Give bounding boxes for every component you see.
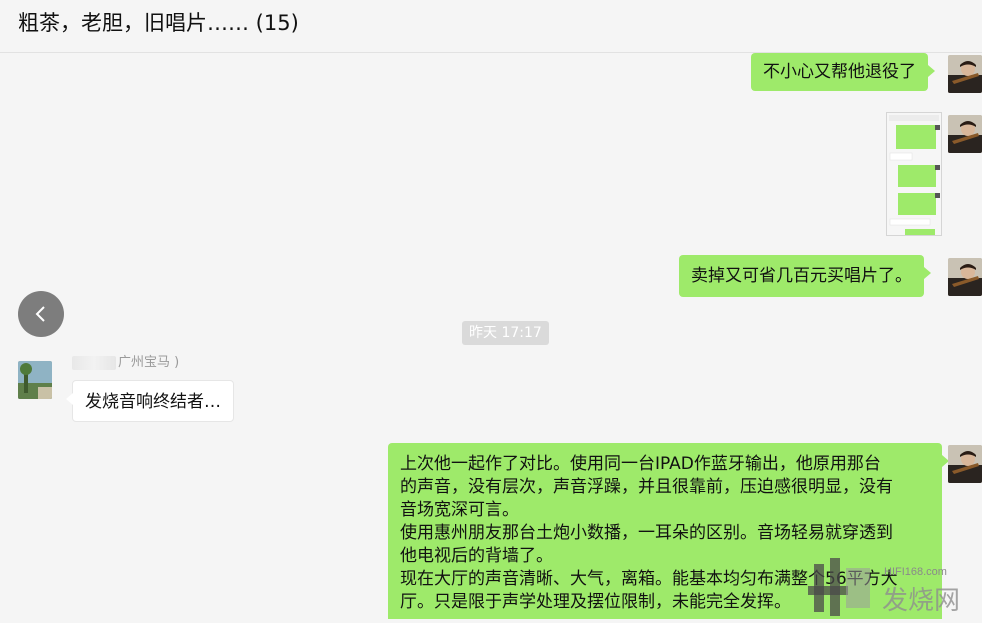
self-avatar[interactable] xyxy=(948,258,982,296)
self-avatar[interactable] xyxy=(948,445,982,483)
incoming-message[interactable]: 发烧音响终结者… xyxy=(66,380,234,422)
message-line: 现在大厅的声音清晰、大气，离箱。能基本均匀布满整个56平方大 xyxy=(400,569,898,589)
chat-title-bar: 粗茶，老胆，旧唱片…… (15) xyxy=(0,0,982,53)
self-avatar[interactable] xyxy=(948,55,982,93)
message-line: 厅。只是限于声学处理及摆位限制，未能完全发挥。 xyxy=(400,592,791,612)
outgoing-message[interactable]: 不小心又帮他退役了 xyxy=(751,53,935,91)
message-line: 音场宽深可言。 xyxy=(400,500,519,520)
outgoing-message-long[interactable]: 上次他一起作了对比。使用同一台IPAD作蓝牙输出，他原用那台 的声音，没有层次，… xyxy=(388,443,949,619)
message-text: 发烧音响终结者… xyxy=(85,392,221,412)
sender-avatar[interactable] xyxy=(18,361,52,399)
message-text: 卖掉又可省几百元买唱片了。 xyxy=(691,266,912,286)
message-text: 不小心又帮他退役了 xyxy=(763,62,916,82)
outgoing-message[interactable]: 卖掉又可省几百元买唱片了。 xyxy=(679,255,931,297)
chat-screenshot-thumbnail xyxy=(887,113,941,235)
sender-name: 广州宝马 ) xyxy=(72,354,179,372)
chat-title: 粗茶，老胆，旧唱片…… (15) xyxy=(18,11,299,35)
message-line: 上次他一起作了对比。使用同一台IPAD作蓝牙输出，他原用那台 xyxy=(400,454,881,474)
sender-name-blurred xyxy=(72,355,116,370)
image-message[interactable] xyxy=(886,112,942,236)
chevron-left-icon xyxy=(35,306,45,322)
message-line: 的声音，没有层次，声音浮躁，并且很靠前，压迫感很明显，没有 xyxy=(400,477,893,497)
sender-name-text: 广州宝马 ) xyxy=(118,355,180,370)
back-button[interactable] xyxy=(18,291,64,337)
message-line: 他电视后的背墙了。 xyxy=(400,546,553,566)
self-avatar[interactable] xyxy=(948,115,982,153)
timestamp: 昨天 17:17 xyxy=(462,321,549,345)
message-line: 使用惠州朋友那台土炮小数播，一耳朵的区别。音场轻易就穿透到 xyxy=(400,523,893,543)
